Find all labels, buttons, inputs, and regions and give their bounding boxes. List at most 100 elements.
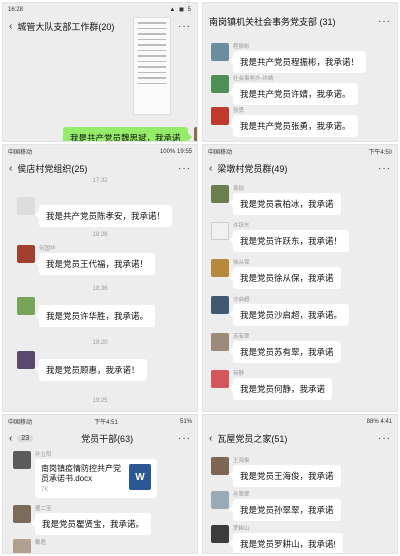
list-item: 许跃东 我是党员许跃东，我承诺！: [211, 222, 350, 252]
avatar[interactable]: [17, 245, 35, 263]
avatar[interactable]: [13, 451, 31, 469]
list-item: 戴君: [13, 539, 47, 553]
message-bubble[interactable]: 我是党员袁柏冰，我承诺: [229, 193, 341, 215]
timestamp: 19:20: [92, 340, 108, 346]
avatar[interactable]: [211, 333, 229, 351]
list-item: 瞿二宝 我是党员瞿贤宝，我承诺。: [13, 505, 152, 535]
chat-header: ‹ 梁墩村党员群(49) ···: [203, 158, 397, 178]
unread-badge: 23: [17, 434, 34, 442]
sender-name: 孙立阳: [35, 452, 52, 458]
back-icon[interactable]: ‹: [209, 433, 212, 444]
message-bubble[interactable]: 我是党员孙翠翠，我承诺: [229, 499, 341, 521]
message-bubble[interactable]: 我是共产党员陈孝安，我承诺！: [34, 205, 173, 227]
message-bubble[interactable]: 我是党员徐从保，我承诺: [229, 267, 341, 289]
word-document-icon: W: [129, 464, 151, 490]
message-bubble[interactable]: 我是党员王代福，我承诺！: [34, 253, 156, 275]
more-icon[interactable]: ···: [178, 21, 191, 32]
message-bubble[interactable]: 我是共产党员张勇，我承诺。: [229, 115, 358, 137]
file-size: 7K: [41, 487, 49, 493]
message-bubble[interactable]: 我是党员王海俊，我承诺: [229, 465, 341, 487]
avatar[interactable]: [13, 539, 31, 553]
avatar[interactable]: [211, 370, 229, 388]
message-bubble[interactable]: 我是党员何静，我承诺: [228, 378, 333, 400]
sender-name: [39, 351, 147, 359]
chat-header: ‹ 瓦屋党员之家(51) ···: [203, 428, 397, 448]
list-item: 何静 我是党员何静，我承诺: [211, 370, 333, 400]
avatar[interactable]: [211, 185, 229, 203]
more-icon[interactable]: ···: [178, 163, 191, 174]
message-bubble[interactable]: 我是党员许华胜，我承诺。: [34, 305, 156, 327]
message-bubble[interactable]: 我是共产党员许婧，我承诺。: [229, 83, 358, 105]
message-bubble[interactable]: 我是党员沙启超，我承诺。: [228, 304, 350, 326]
list-item: 孙翠翠 我是党员孙翠翠，我承诺: [211, 491, 341, 521]
chat-panel-chengguan: 16:28 ▲ ◼ 5 ‹ 城管大队支部工作群(20) ··· 我是共产党员魏思…: [2, 2, 198, 142]
chat-panel-liangdun: 中国移动 下午4:50 ‹ 梁墩村党员群(49) ··· 袁柏 我是党员袁柏冰，…: [202, 144, 398, 412]
file-title: 南岗镇疫情防控共产党员承诺书.docx: [41, 464, 121, 483]
list-item: 我是党员许华胜，我承诺。: [17, 297, 156, 327]
message-bubble[interactable]: 我是党员瞿贤宝，我承诺。: [30, 513, 152, 535]
list-item: 孙立阳 南岗镇疫情防控共产党员承诺书.docx 7K W: [13, 451, 157, 498]
chat-title: 瓦屋党员之家(51): [217, 433, 288, 444]
timestamp: 18:36: [92, 286, 108, 292]
list-item: 张勇 我是共产党员张勇，我承诺。: [211, 107, 358, 137]
sender-name: 许跃东: [233, 223, 250, 229]
message-bubble[interactable]: 我是党员许跃东，我承诺！: [228, 230, 350, 252]
avatar[interactable]: [17, 197, 35, 215]
back-icon[interactable]: ‹: [9, 163, 12, 174]
chat-title: 党员干部(63): [81, 433, 134, 444]
chat-title: 南岗镇机关社会事务党支部 (31): [209, 16, 336, 27]
more-icon[interactable]: ···: [378, 163, 391, 174]
message-bubble[interactable]: 我是党员苏有翠，我承诺: [229, 341, 341, 363]
avatar[interactable]: [211, 457, 229, 475]
message-bubble[interactable]: 我是党员罗耕山，我承诺!: [229, 533, 343, 553]
list-item: 程振彬 我是共产党员程振彬，我承诺！: [211, 43, 367, 73]
avatar[interactable]: [211, 491, 229, 509]
sender-name: 何静: [233, 371, 245, 377]
sender-name: 何国华: [39, 246, 56, 252]
avatar[interactable]: [211, 107, 229, 125]
back-icon[interactable]: ‹: [209, 163, 212, 174]
avatar[interactable]: [211, 259, 229, 277]
back-icon[interactable]: ‹: [9, 21, 12, 32]
sender-name: 张勇: [233, 108, 245, 114]
avatar[interactable]: [17, 297, 35, 315]
list-item: 徐从保 我是党员徐从保，我承诺: [211, 259, 341, 289]
message-bubble[interactable]: 我是共产党员魏思斌，我承诺: [63, 127, 192, 141]
chat-panel-dangyuan-ganbu: 中国移动 下午4:51 51% ‹ 23 党员干部(63) ··· 孙立阳 南岗…: [2, 414, 198, 554]
avatar[interactable]: [211, 525, 229, 543]
more-icon[interactable]: ···: [378, 433, 391, 444]
document-image[interactable]: [133, 17, 171, 115]
list-item: 罗耕山 我是党员罗耕山，我承诺!: [211, 525, 343, 553]
status-bar: 中国移动 下午4:51 51%: [8, 418, 192, 427]
list-item: 王海俊 我是党员王海俊，我承诺: [211, 457, 341, 487]
chat-header: 南岗镇机关社会事务党支部 (31) ···: [203, 11, 397, 31]
sender-name: 徐从保: [233, 260, 250, 266]
avatar[interactable]: [211, 296, 229, 314]
avatar[interactable]: [13, 505, 31, 523]
list-item: 我是共产党员陈孝安，我承诺！: [17, 197, 173, 227]
avatar[interactable]: [17, 351, 35, 369]
more-icon[interactable]: ···: [178, 433, 191, 444]
sender-name: 罗耕山: [233, 526, 250, 532]
timestamp: 18:28: [92, 232, 108, 238]
file-attachment[interactable]: 南岗镇疫情防控共产党员承诺书.docx 7K W: [35, 459, 157, 498]
avatar[interactable]: [211, 75, 229, 93]
sender-name: [39, 197, 172, 205]
message-bubble[interactable]: 我是党员顾惠，我承诺！: [35, 359, 147, 381]
avatar[interactable]: [193, 127, 197, 141]
sender-name: 瞿二宝: [35, 506, 52, 512]
more-icon[interactable]: ···: [378, 16, 391, 27]
avatar[interactable]: [211, 43, 229, 61]
back-icon[interactable]: ‹: [9, 433, 12, 444]
chat-panel-waw-u: 88% 4:41 ‹ 瓦屋党员之家(51) ··· 王海俊 我是党员王海俊，我承…: [202, 414, 398, 554]
list-item: 何国华 我是党员王代福，我承诺！: [17, 245, 156, 275]
avatar[interactable]: [211, 222, 229, 240]
sender-name: 戴君: [35, 540, 47, 546]
status-bar: 88% 4:41: [366, 418, 392, 425]
sender-name: [39, 297, 155, 305]
chat-panel-houdian: 中国移动 100% 19:55 ‹ 侯店村党组织(25) ··· 17:32 我…: [2, 144, 198, 412]
timestamp: 17:32: [92, 178, 108, 184]
list-item: 苏有翠 我是党员苏有翠，我承诺: [211, 333, 341, 363]
list-item: 沙启超 我是党员沙启超，我承诺。: [211, 296, 350, 326]
message-bubble[interactable]: 我是共产党员程振彬，我承诺！: [228, 51, 367, 73]
